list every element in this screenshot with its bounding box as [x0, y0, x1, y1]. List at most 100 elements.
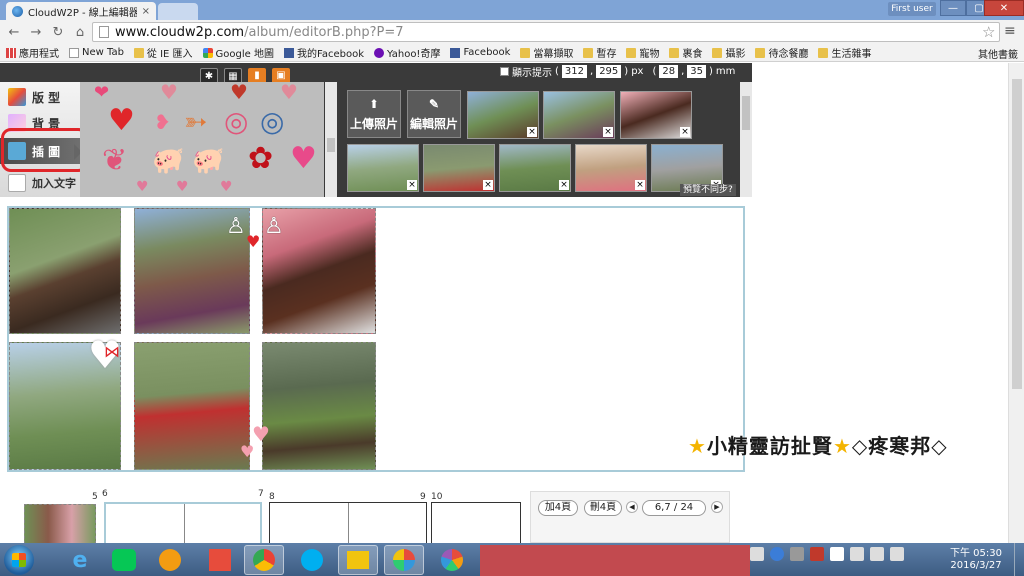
- minimize-icon[interactable]: —: [940, 0, 966, 16]
- remove-photo-icon[interactable]: ×: [635, 180, 645, 190]
- taskbar-clock[interactable]: 下午 05:30 2016/3/27: [950, 548, 1002, 572]
- show-desktop-button[interactable]: [1014, 543, 1024, 576]
- page-spread-8-9[interactable]: [269, 502, 427, 546]
- bookmark-item[interactable]: 裹食: [669, 45, 702, 60]
- bookmark-item[interactable]: 生活雜事: [818, 45, 871, 60]
- bookmark-item[interactable]: 暫存: [583, 45, 616, 60]
- clipart-lips[interactable]: ❤: [94, 84, 109, 102]
- start-button[interactable]: [4, 545, 34, 575]
- line-taskbar-icon[interactable]: [104, 545, 144, 575]
- clipart-pigs[interactable]: 🐖: [152, 148, 184, 174]
- app-taskbar-icon[interactable]: [200, 545, 240, 575]
- photo-thumbnail[interactable]: ×: [423, 144, 495, 192]
- bookmark-item[interactable]: Facebook: [450, 47, 510, 58]
- remove-photo-icon[interactable]: ×: [407, 180, 417, 190]
- bookmark-item[interactable]: 從 IE 匯入: [133, 45, 193, 60]
- clipart-hearts-row[interactable]: ♥: [136, 180, 149, 194]
- reload-icon[interactable]: ↻: [50, 25, 66, 40]
- width-field[interactable]: 28: [659, 65, 679, 78]
- upload-photo-button[interactable]: ⬆ 上傳照片: [347, 90, 401, 138]
- height-field[interactable]: 35: [687, 65, 707, 78]
- tray-antivirus-icon[interactable]: [810, 547, 824, 561]
- tray-flag-icon[interactable]: [830, 547, 844, 561]
- remove-photo-icon[interactable]: ×: [559, 180, 569, 190]
- clipart-heart-pink[interactable]: ♥: [280, 82, 298, 102]
- clipart-hearts-row-3[interactable]: ♥: [220, 180, 233, 194]
- remove-photo-icon[interactable]: ×: [680, 127, 690, 137]
- forward-arrow-icon[interactable]: →: [28, 25, 44, 40]
- skype-taskbar-icon[interactable]: [292, 545, 332, 575]
- page-spread-6-7[interactable]: [104, 502, 262, 546]
- media-player-taskbar-icon[interactable]: [150, 545, 190, 575]
- remove-photo-icon[interactable]: ×: [483, 180, 493, 190]
- tray-network-icon[interactable]: [850, 547, 864, 561]
- clipart-ring-blue[interactable]: ◎: [260, 108, 284, 136]
- x-position-field[interactable]: 312: [561, 65, 587, 78]
- photo-scrollbar[interactable]: [740, 82, 752, 197]
- window-close-icon[interactable]: ✕: [984, 0, 1024, 16]
- clipart-rose[interactable]: ✿: [248, 144, 273, 174]
- clipart-swans[interactable]: ❦: [102, 146, 127, 176]
- picasa-taskbar-icon[interactable]: [432, 545, 472, 575]
- tab-close-icon[interactable]: ×: [142, 6, 150, 17]
- bookmark-item[interactable]: 待念餐廳: [755, 45, 808, 60]
- photo-thumbnail[interactable]: ×: [543, 91, 615, 139]
- preview-sync-note[interactable]: 預覽不同步?: [680, 184, 736, 196]
- y-position-field[interactable]: 295: [596, 65, 622, 78]
- sticker-bunny-right[interactable]: ♙: [264, 216, 284, 238]
- other-bookmarks[interactable]: 其他書籤: [975, 46, 1018, 61]
- tray-input-icon[interactable]: [890, 547, 904, 561]
- tray-help-icon[interactable]: [770, 547, 784, 561]
- photo-thumbnail[interactable]: ×: [467, 91, 539, 139]
- clipart-red-heart[interactable]: ♥: [108, 106, 135, 136]
- add-4-pages-button[interactable]: 加4頁: [538, 500, 578, 516]
- clipart-small-hearts[interactable]: ❥: [154, 112, 171, 132]
- explorer-taskbar-icon[interactable]: [338, 545, 378, 575]
- bookmark-item[interactable]: New Tab: [69, 47, 124, 58]
- canvas-photo-poodle-1[interactable]: [9, 208, 121, 334]
- page-thumb-5[interactable]: [24, 504, 96, 544]
- photo-thumbnail[interactable]: ×: [575, 144, 647, 192]
- chrome-taskbar-icon[interactable]: [244, 545, 284, 575]
- menu-icon[interactable]: ≡: [1004, 23, 1016, 39]
- delete-4-pages-button[interactable]: 刪4頁: [584, 500, 622, 516]
- ie-taskbar-icon[interactable]: e: [60, 545, 100, 575]
- paint-taskbar-icon[interactable]: [384, 545, 424, 575]
- clipart-hearts-row-2[interactable]: ♥: [176, 180, 189, 194]
- home-icon[interactable]: ⌂: [72, 25, 88, 40]
- tray-arrow-icon[interactable]: [790, 547, 804, 561]
- clipart-cupid-bow[interactable]: ➳: [184, 108, 207, 136]
- nav-layout[interactable]: 版 型: [0, 84, 80, 110]
- back-arrow-icon[interactable]: ←: [6, 25, 22, 40]
- tray-device-icon[interactable]: [750, 547, 764, 561]
- nav-add-text[interactable]: 加入文字: [0, 170, 80, 196]
- bookmark-star-icon[interactable]: ☆: [982, 23, 995, 41]
- bookmark-item[interactable]: 寵物: [626, 45, 659, 60]
- prev-page-icon[interactable]: ◀: [626, 501, 638, 513]
- remove-photo-icon[interactable]: ×: [527, 127, 537, 137]
- browser-tab-cloudw2p[interactable]: CloudW2P - 線上編輯器 ×: [6, 2, 156, 20]
- sticker-pink-hearts-2[interactable]: ♥: [240, 444, 254, 460]
- photo-thumbnail[interactable]: ×: [620, 91, 692, 139]
- bookmark-item[interactable]: 我的Facebook: [284, 45, 364, 60]
- page-indicator[interactable]: 6,7 / 24: [642, 500, 706, 516]
- remove-photo-icon[interactable]: ×: [603, 127, 613, 137]
- address-bar[interactable]: www.cloudw2p.com/album/editorB.php?P=7: [92, 22, 1000, 42]
- clipart-heart-dark[interactable]: ♥: [230, 82, 248, 102]
- bookmark-item[interactable]: Yahoo!奇摩: [374, 45, 440, 60]
- profile-user-button[interactable]: First user: [888, 2, 936, 16]
- clipart-pig-2[interactable]: 🐖: [192, 148, 224, 174]
- clipart-heart-top[interactable]: ♥: [160, 82, 178, 102]
- canvas-photo-child-play[interactable]: [134, 342, 250, 470]
- photo-thumbnail[interactable]: ×: [347, 144, 419, 192]
- sticker-red-heart[interactable]: ♥: [246, 234, 260, 250]
- display-hint-checkbox[interactable]: [500, 67, 509, 76]
- clipart-pink-heart[interactable]: ♥: [290, 144, 317, 174]
- bookmark-item[interactable]: 當幕擷取: [520, 45, 573, 60]
- canvas-photo-child-sitting[interactable]: [262, 342, 376, 470]
- bookmark-item[interactable]: Google 地圖: [202, 45, 274, 60]
- page-spread-10[interactable]: [431, 502, 521, 546]
- tray-volume-icon[interactable]: [870, 547, 884, 561]
- sticker-bunny-left[interactable]: ♙: [226, 216, 246, 238]
- edit-photo-button[interactable]: ✎ 編輯照片: [407, 90, 461, 138]
